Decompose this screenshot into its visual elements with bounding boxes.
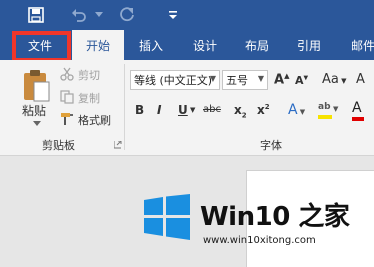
- font-size-combo[interactable]: 五号 ▼: [222, 70, 268, 90]
- undo-icon: [72, 9, 86, 22]
- chevron-down-icon: ▼: [209, 74, 216, 83]
- chevron-down-icon: [95, 12, 103, 17]
- highlight-color-swatch: [318, 115, 332, 119]
- paste-icon: [24, 70, 50, 102]
- cut-button[interactable]: 剪切: [60, 66, 110, 82]
- shrink-font-button[interactable]: A▼: [295, 74, 308, 87]
- clear-format-button[interactable]: A: [356, 72, 365, 87]
- font-color-swatch: [352, 117, 364, 121]
- subscript-button[interactable]: x2: [234, 103, 247, 119]
- highlight-button[interactable]: ab ▼: [318, 102, 340, 124]
- undo-button[interactable]: [66, 0, 92, 30]
- subscript-icon: x: [234, 103, 242, 117]
- grow-font-button[interactable]: A▲: [274, 72, 289, 87]
- customize-qat-icon: [169, 11, 177, 19]
- font-name-value: 等线 (中文正文): [134, 74, 213, 87]
- font-color-icon: A: [352, 100, 362, 116]
- superscript-button[interactable]: x2: [257, 103, 270, 117]
- quick-access-toolbar: [0, 0, 374, 30]
- save-icon: [28, 7, 44, 23]
- group-separator: [124, 64, 125, 150]
- copy-button[interactable]: 复制: [60, 89, 110, 105]
- underline-button[interactable]: U: [178, 103, 188, 117]
- scissors-icon: [60, 67, 74, 81]
- font-group-label: 字体: [260, 139, 282, 152]
- dialog-launcher-icon[interactable]: [114, 141, 122, 149]
- undo-dropdown[interactable]: [92, 0, 106, 30]
- change-case-button[interactable]: Aa ▼: [322, 72, 346, 87]
- tab-home[interactable]: 开始: [72, 30, 124, 60]
- shrink-font-icon: A: [295, 74, 304, 87]
- save-button[interactable]: [22, 0, 50, 30]
- highlighter-icon: ab: [318, 102, 331, 112]
- paste-label: 粘贴: [22, 104, 47, 118]
- format-painter-button[interactable]: 格式刷: [60, 111, 118, 127]
- font-name-combo[interactable]: 等线 (中文正文) ▼: [130, 70, 220, 90]
- font-color-button[interactable]: A: [352, 100, 374, 122]
- paste-button[interactable]: 粘贴: [18, 66, 54, 130]
- format-painter-label: 格式刷: [78, 114, 111, 127]
- redo-button[interactable]: [114, 0, 140, 30]
- windows-logo-icon: [144, 194, 190, 240]
- tab-design[interactable]: 设计: [180, 30, 230, 60]
- change-case-icon: Aa: [322, 72, 339, 87]
- strikethrough-button[interactable]: abc: [203, 104, 221, 115]
- tab-insert[interactable]: 插入: [126, 30, 176, 60]
- redo-icon: [120, 7, 134, 22]
- chevron-down-icon: [33, 121, 41, 126]
- grow-font-icon: A: [274, 72, 285, 88]
- copy-label: 复制: [78, 92, 100, 105]
- watermark-title: Win10 之家: [200, 202, 350, 232]
- italic-button[interactable]: I: [157, 103, 161, 117]
- customize-qat-button[interactable]: [164, 0, 182, 30]
- tab-references[interactable]: 引用: [284, 30, 334, 60]
- bold-button[interactable]: B: [135, 103, 144, 117]
- superscript-icon: x: [257, 103, 265, 117]
- tab-layout[interactable]: 布局: [232, 30, 282, 60]
- clear-format-icon: A: [356, 72, 365, 87]
- clipboard-group-label: 剪贴板: [42, 139, 75, 152]
- underline-icon: U: [178, 103, 188, 117]
- tab-mailings[interactable]: 邮件: [340, 30, 374, 60]
- brush-icon: [61, 113, 73, 125]
- watermark-url: www.win10xitong.com: [203, 235, 316, 246]
- highlight-box: [12, 31, 71, 62]
- chevron-down-icon: ▼: [257, 74, 264, 83]
- text-effects-icon: A: [288, 102, 298, 118]
- cut-label: 剪切: [78, 69, 100, 82]
- underline-dropdown[interactable]: ▼: [190, 106, 195, 114]
- copy-icon: [60, 90, 74, 104]
- font-size-value: 五号: [226, 74, 248, 87]
- text-effects-button[interactable]: A ▼: [288, 102, 305, 118]
